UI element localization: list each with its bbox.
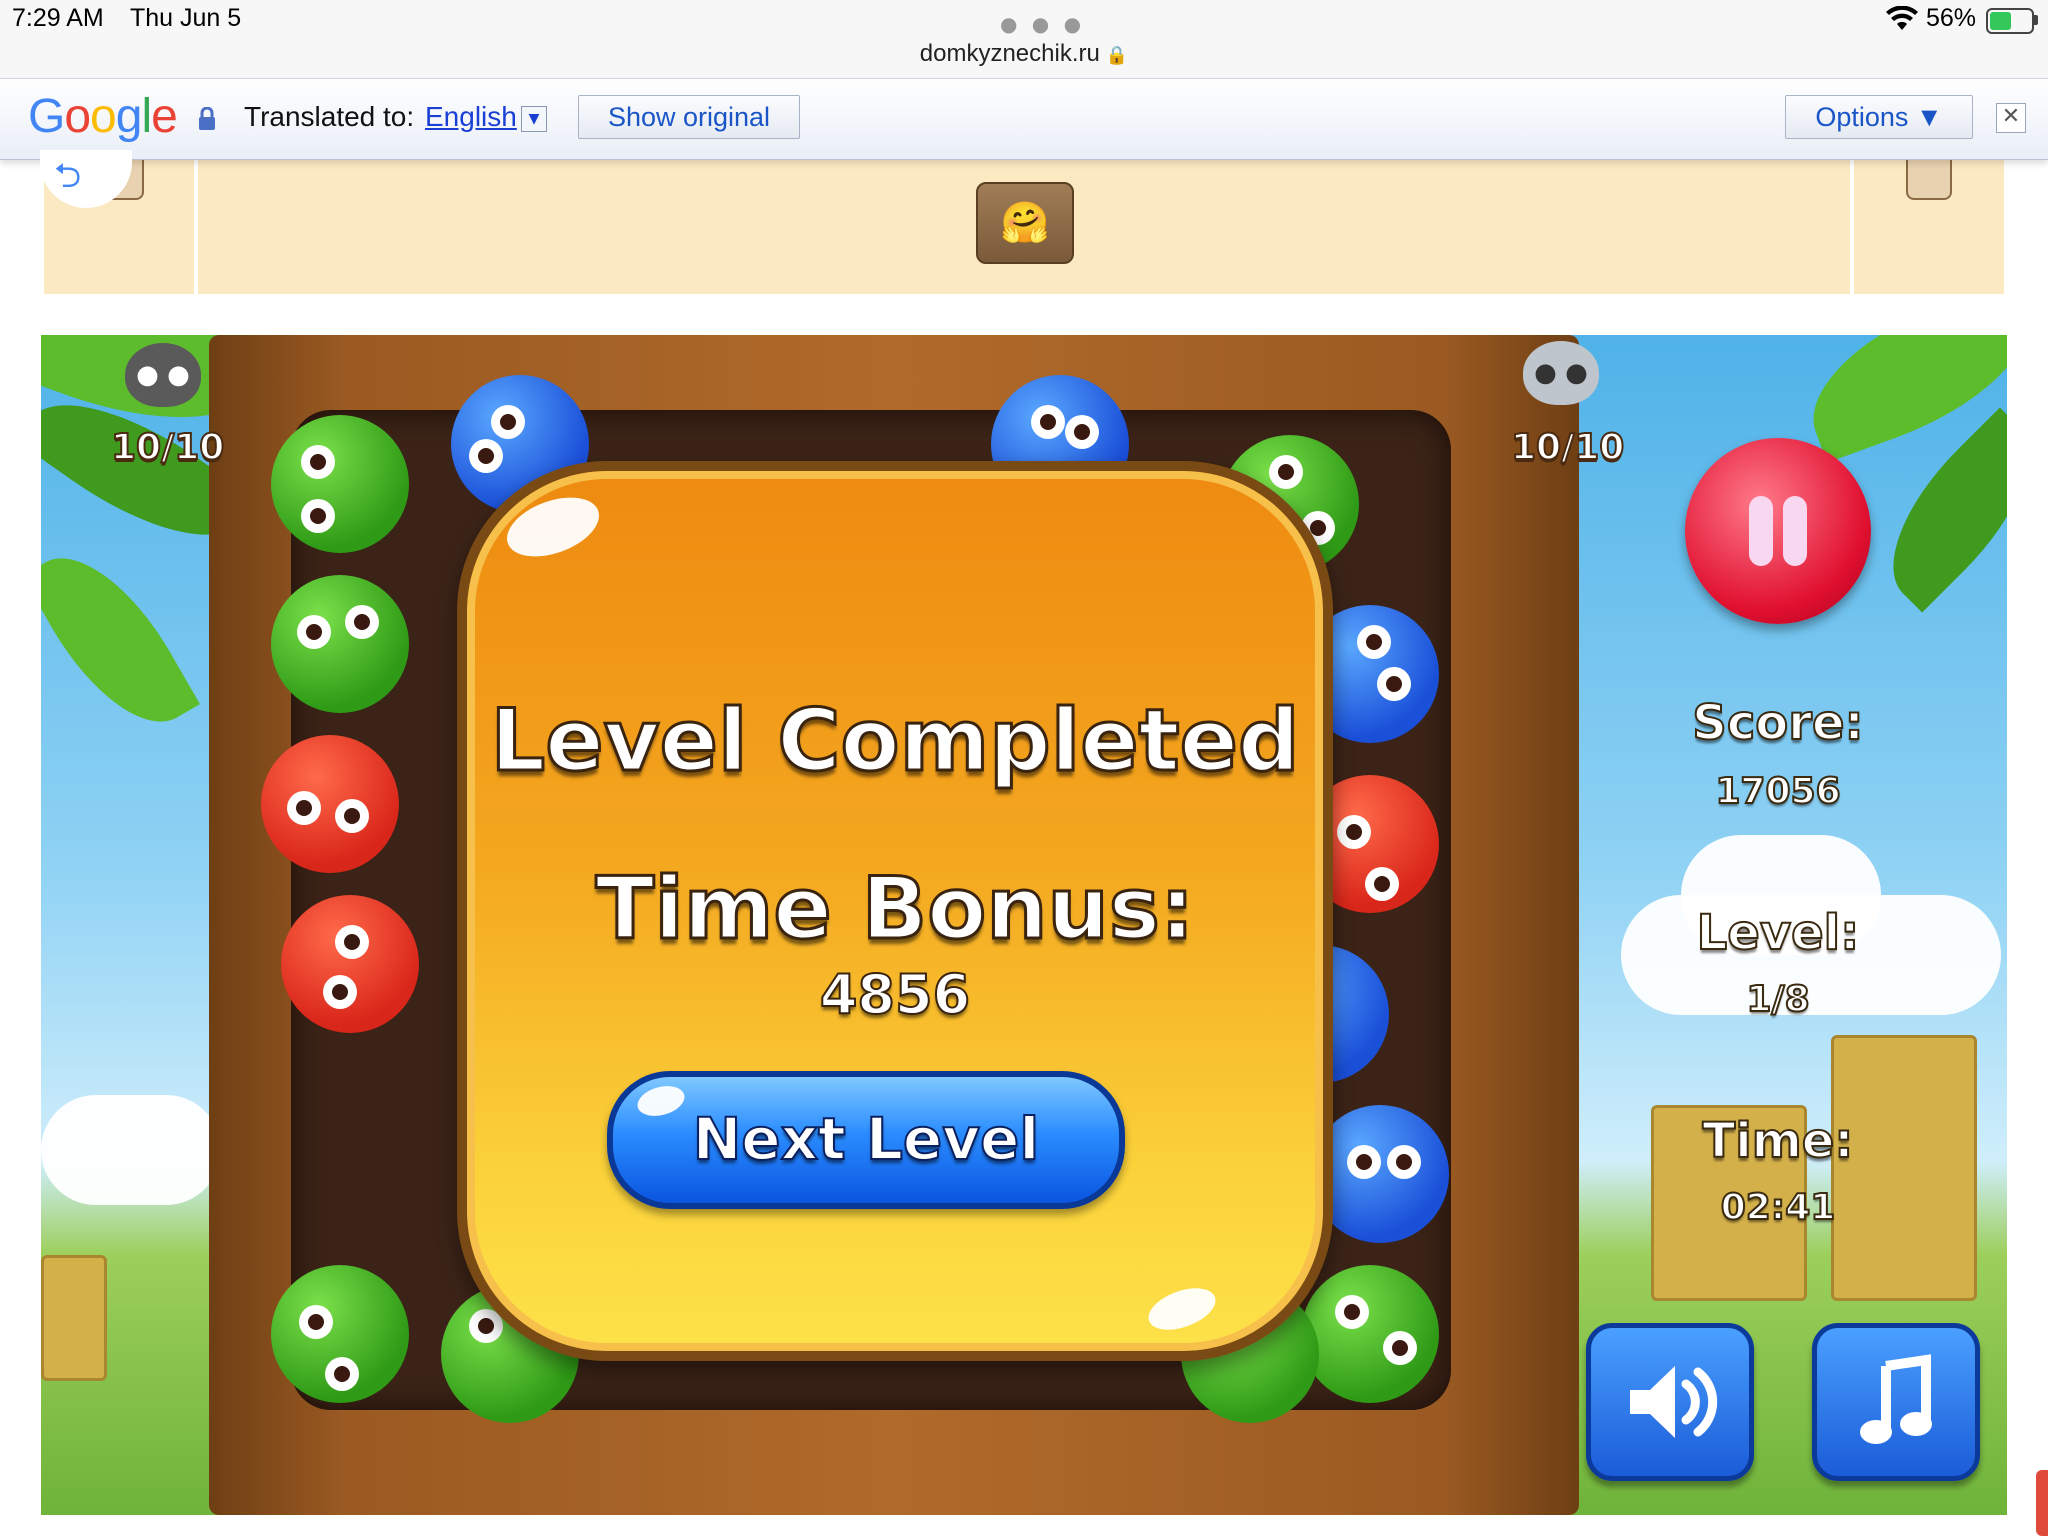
battery-tip: [2034, 15, 2038, 25]
strip-divider: [1850, 158, 1854, 294]
status-time: 7:29 AM: [12, 4, 104, 32]
lock-icon: 🔒: [1105, 45, 1129, 65]
next-level-label: Next Level: [692, 1104, 1041, 1174]
wifi-icon: [1886, 6, 1918, 30]
translate-bar: Google Translated to: English ▼ Show ori…: [0, 78, 2048, 160]
time-value: 02:41: [1720, 1186, 1837, 1229]
battery-fill: [1990, 12, 2011, 30]
multitask-dots-icon[interactable]: ● ● ●: [1000, 12, 1085, 36]
dialog-title: Level Completed: [489, 690, 1301, 793]
scroll-indicator: [2036, 1470, 2048, 1536]
show-original-button[interactable]: Show original: [578, 95, 800, 139]
level-value: 1/8: [1745, 978, 1810, 1021]
battery-percent: 56%: [1926, 4, 1977, 32]
time-bonus-value: 4856: [819, 962, 971, 1027]
raccoon-counter: 10/10: [1510, 426, 1625, 469]
pause-button[interactable]: [1685, 438, 1871, 624]
pause-icon: [1749, 496, 1773, 566]
level-label: Level:: [1696, 904, 1861, 962]
time-label: Time:: [1702, 1112, 1855, 1170]
fox-piece[interactable]: [281, 895, 419, 1033]
music-button[interactable]: [1812, 1323, 1980, 1481]
options-button[interactable]: Options ▼: [1785, 95, 1973, 139]
palm-leaf: [41, 530, 200, 750]
dialog-shine: [499, 486, 607, 568]
cloud: [41, 1095, 221, 1205]
padlock-icon: [199, 107, 215, 130]
dialog-shine: [1142, 1280, 1222, 1338]
next-level-button[interactable]: Next Level: [607, 1071, 1125, 1209]
frog-piece[interactable]: [271, 575, 409, 713]
time-bonus-label: Time Bonus:: [594, 858, 1196, 961]
frog-piece[interactable]: [271, 1265, 409, 1403]
pause-icon: [1783, 496, 1807, 566]
google-logo: Google: [28, 90, 178, 143]
game-canvas[interactable]: ● ● 10/10 ● ● 10/10 Score: 17056 Level: …: [41, 335, 2007, 1515]
rock-cliff: [41, 1255, 107, 1381]
emoji-button[interactable]: 🤗: [976, 182, 1074, 264]
language-dropdown-icon[interactable]: ▼: [521, 106, 547, 132]
strip-tab: [1906, 158, 1952, 200]
speaker-icon: [1630, 1366, 1718, 1438]
address-bar[interactable]: domkyznechik.ru 🔒: [0, 40, 2048, 68]
close-icon[interactable]: ✕: [1996, 103, 2026, 133]
score-value: 17056: [1714, 770, 1841, 813]
strip-divider: [194, 158, 198, 294]
sound-button[interactable]: [1586, 1323, 1754, 1481]
url-text: domkyznechik.ru: [919, 40, 1100, 67]
hippo-counter: 10/10: [110, 426, 225, 469]
music-note-icon: [1860, 1354, 1932, 1444]
battery-icon: [1986, 8, 2034, 34]
level-complete-dialog: Level Completed Time Bonus: 4856 Next Le…: [457, 461, 1333, 1361]
status-date: Thu Jun 5: [130, 4, 242, 32]
status-bar: 7:29 AM Thu Jun 5 ● ● ● domkyznechik.ru 🔒…: [0, 0, 2048, 78]
score-label: Score:: [1691, 694, 1864, 752]
frog-piece[interactable]: [1301, 1265, 1439, 1403]
translated-to-label: Translated to:: [244, 101, 415, 132]
frog-piece[interactable]: [271, 415, 409, 553]
fox-piece[interactable]: [261, 735, 399, 873]
raccoon-icon: ● ●: [1523, 341, 1599, 405]
language-link[interactable]: English: [425, 101, 517, 133]
hippo-icon: ● ●: [125, 343, 201, 407]
